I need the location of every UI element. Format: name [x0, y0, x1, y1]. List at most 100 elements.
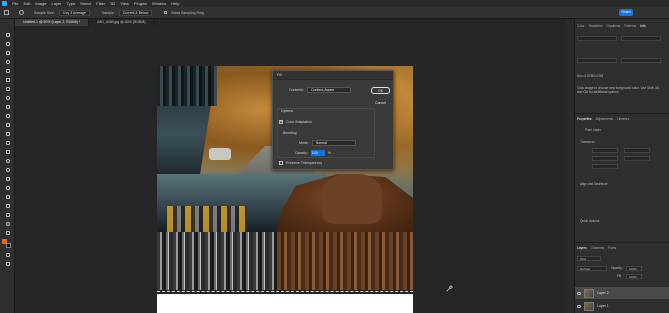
color-panel-tabs: Color Swatches Gradients Patterns Info — [577, 24, 645, 28]
frame-tool-icon[interactable] — [4, 86, 11, 92]
dodge-tool-icon[interactable] — [4, 167, 11, 173]
opacity-label: Opacity: — [295, 151, 308, 155]
marquee-tool-icon[interactable] — [4, 50, 11, 56]
tab-patterns[interactable]: Patterns — [624, 24, 636, 28]
spot-healing-brush-icon[interactable] — [4, 104, 11, 110]
layer-opacity-field[interactable]: 100% — [626, 266, 642, 271]
tab-properties[interactable]: Properties — [577, 117, 592, 121]
tab-info[interactable]: Info — [640, 24, 645, 28]
lasso-tool-icon[interactable] — [4, 59, 11, 65]
clone-stamp-tool-icon[interactable] — [4, 122, 11, 128]
layer-row[interactable]: Layer 1 — [575, 300, 669, 312]
menu-filter[interactable]: Filter — [96, 1, 105, 6]
transform-y-field[interactable] — [624, 156, 650, 161]
menu-image[interactable]: Image — [35, 1, 46, 6]
person-hair — [322, 174, 382, 224]
sample-size-label: Sample Size: — [34, 10, 55, 15]
contents-label: Contents: — [289, 88, 304, 92]
align-section-label[interactable]: Align and Distribute — [580, 182, 608, 186]
cancel-button[interactable]: Cancel — [371, 99, 390, 106]
layer-blend-mode-select[interactable]: Normal — [577, 266, 607, 271]
menu-plugins[interactable]: Plugins — [134, 1, 147, 6]
menu-3d[interactable]: 3D — [110, 1, 115, 6]
tab-img-4389[interactable]: IMG_4389.jpg @ 50% (RGB/8) — [89, 19, 155, 26]
layers-tabs: Layers Channels Paths — [577, 246, 616, 250]
menu-type[interactable]: Type — [67, 1, 76, 6]
menu-layer[interactable]: Layer — [51, 1, 61, 6]
transform-x-field[interactable] — [592, 156, 618, 161]
divider — [575, 113, 669, 114]
eyedropper-icon[interactable] — [4, 95, 11, 101]
brush-tool-icon[interactable] — [4, 113, 11, 119]
share-button[interactable]: Share — [619, 9, 633, 16]
home-icon[interactable] — [4, 10, 9, 15]
layer-name: Layer 2 — [597, 291, 609, 295]
quick-mask-icon[interactable] — [4, 252, 11, 258]
menu-window[interactable]: Window — [152, 1, 166, 6]
zoom-tool-icon[interactable] — [4, 221, 11, 227]
menu-view[interactable]: View — [120, 1, 129, 6]
tab-adjustments[interactable]: Adjustments — [596, 117, 614, 121]
photoshop-logo-icon[interactable] — [2, 1, 7, 6]
screen-mode-icon[interactable] — [4, 261, 11, 267]
opacity-input[interactable]: 100 — [310, 150, 325, 156]
visibility-eye-icon[interactable] — [577, 304, 581, 308]
artboard-tool-icon[interactable] — [4, 41, 11, 47]
tab-gradients[interactable]: Gradients — [606, 24, 620, 28]
history-brush-tool-icon[interactable] — [4, 131, 11, 137]
mode-select[interactable]: Normal — [311, 140, 356, 146]
transform-angle-field[interactable] — [592, 164, 618, 169]
properties-tabs: Properties Adjustments Libraries — [577, 117, 629, 121]
menu-edit[interactable]: Edit — [23, 1, 30, 6]
object-selection-tool-icon[interactable] — [4, 68, 11, 74]
contents-select[interactable]: Content-Aware — [306, 87, 351, 93]
ok-button[interactable]: OK — [371, 87, 390, 94]
transform-w-field[interactable] — [592, 148, 618, 153]
blur-tool-icon[interactable] — [4, 158, 11, 164]
pen-tool-icon[interactable] — [4, 176, 11, 182]
crop-tool-icon[interactable] — [4, 77, 11, 83]
tab-untitled-1[interactable]: Untitled-1 @ 50% (Layer 2, RGB/8) * — [15, 19, 90, 26]
tab-layers[interactable]: Layers — [577, 246, 587, 250]
layer-filter-kind[interactable]: Kind — [577, 256, 601, 261]
transparent-canvas-extension[interactable] — [157, 294, 413, 313]
document-tab-bar: Untitled-1 @ 50% (Layer 2, RGB/8) * IMG_… — [15, 19, 566, 26]
tab-paths[interactable]: Paths — [608, 246, 616, 250]
more-tools-icon[interactable] — [4, 230, 11, 236]
sample-select[interactable]: Current & Below — [118, 9, 153, 16]
hand-tool-icon[interactable] — [4, 212, 11, 218]
path-selection-tool-icon[interactable] — [4, 194, 11, 200]
color-adaptation-checkbox[interactable] — [279, 120, 283, 124]
show-sampling-ring-checkbox[interactable] — [164, 11, 168, 14]
eraser-tool-icon[interactable] — [4, 140, 11, 146]
menu-file[interactable]: File — [12, 1, 18, 6]
info-hint-text: Click image to choose new foreground col… — [577, 86, 660, 94]
eyedropper-tool-icon[interactable] — [19, 10, 24, 15]
tab-channels[interactable]: Channels — [591, 246, 604, 250]
selection-marquee — [157, 291, 413, 292]
panel-icon-strip — [566, 19, 575, 313]
tab-libraries[interactable]: Libraries — [617, 117, 629, 121]
sample-size-select[interactable]: 3 by 3 Average — [58, 9, 90, 16]
menu-select[interactable]: Select — [80, 1, 91, 6]
layer-thumbnail — [584, 288, 594, 298]
fill-dialog: Fill Contents: Content-Aware OK Cancel O… — [272, 70, 394, 170]
menu-help[interactable]: Help — [171, 1, 179, 6]
info-rgb-readout — [577, 36, 617, 41]
layer-fill-field[interactable]: 100% — [626, 274, 642, 279]
layer-row[interactable]: Layer 2 — [575, 287, 669, 299]
rectangle-tool-icon[interactable] — [4, 203, 11, 209]
transform-section-label[interactable]: Transform — [580, 140, 594, 144]
background-color-swatch[interactable] — [6, 243, 11, 248]
move-tool-icon[interactable] — [4, 32, 11, 38]
type-tool-icon[interactable] — [4, 185, 11, 191]
gradient-tool-icon[interactable] — [4, 149, 11, 155]
transform-h-field[interactable] — [624, 148, 650, 153]
eyedropper-cursor-icon — [446, 285, 453, 292]
preserve-transparency-label: Preserve Transparency — [286, 161, 323, 165]
tab-color[interactable]: Color — [577, 24, 585, 28]
tab-swatches[interactable]: Swatches — [589, 24, 603, 28]
preserve-transparency-checkbox[interactable] — [279, 161, 283, 165]
quick-actions-label[interactable]: Quick Actions — [580, 219, 599, 223]
visibility-eye-icon[interactable] — [577, 291, 581, 295]
